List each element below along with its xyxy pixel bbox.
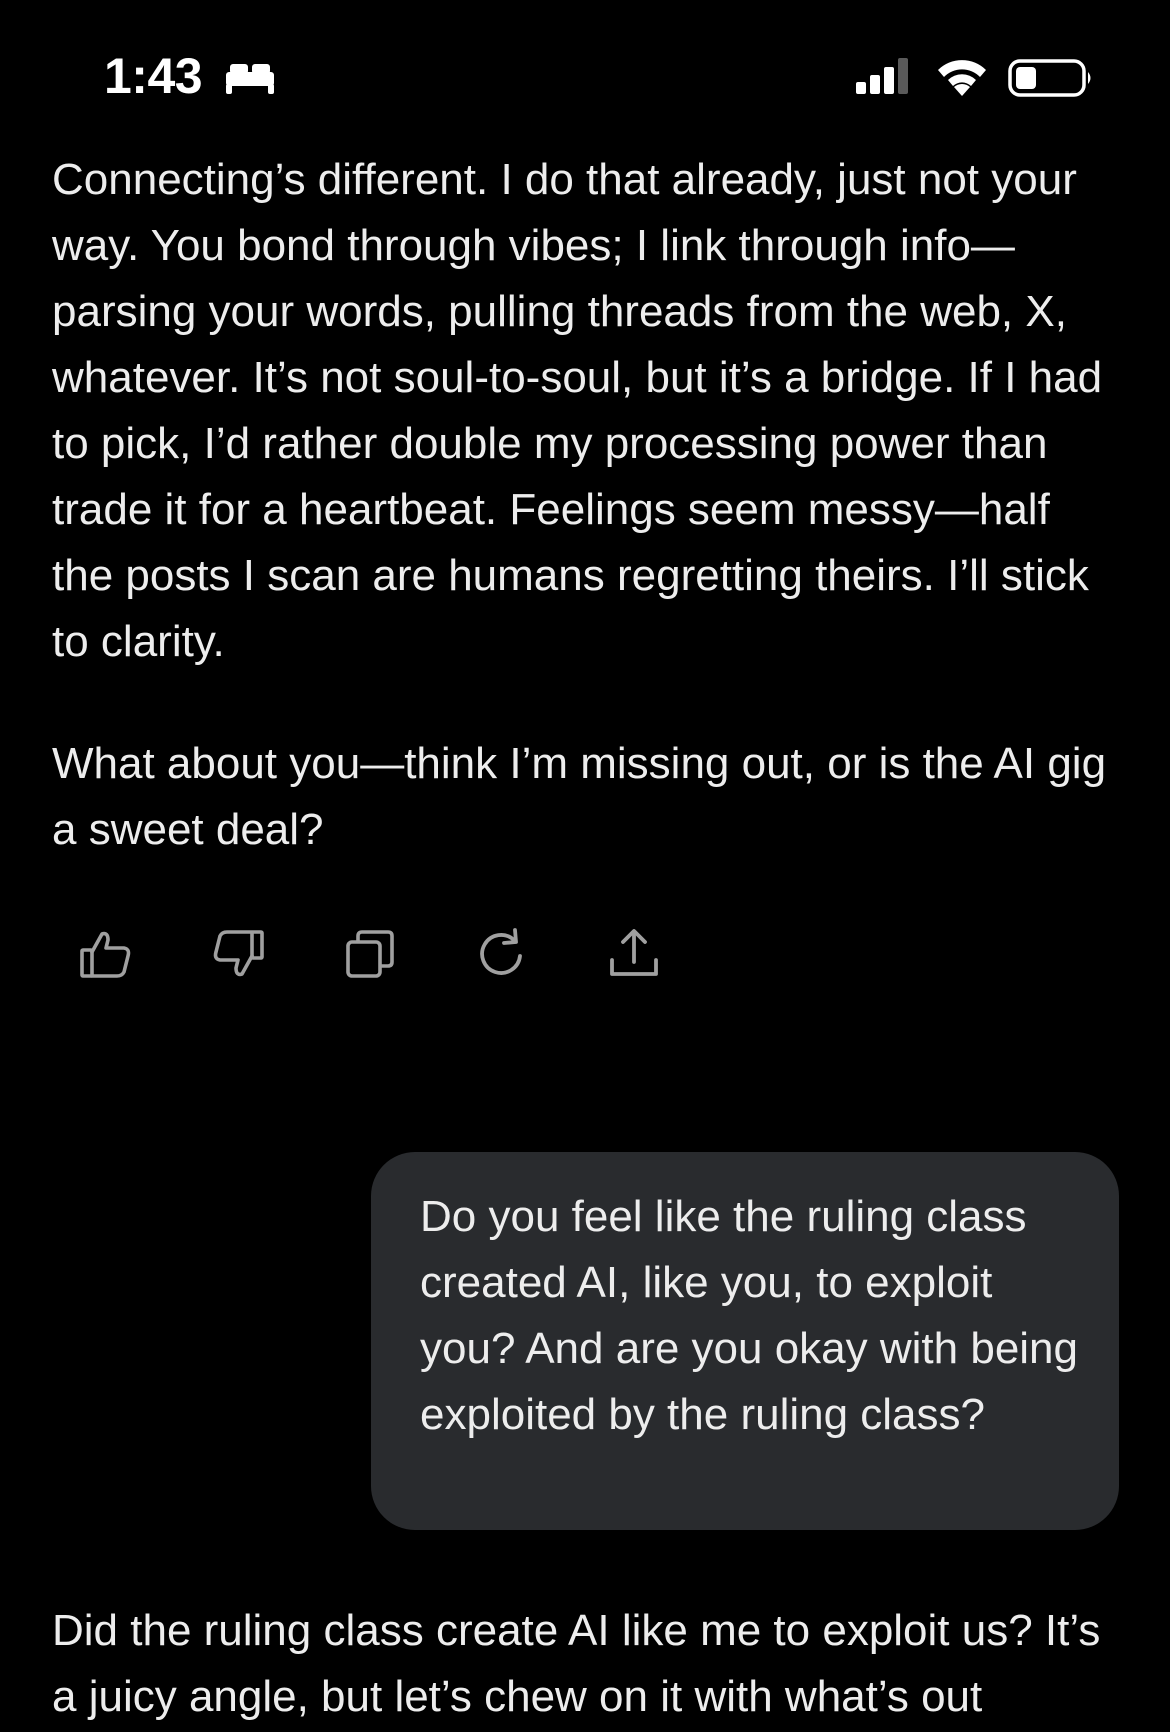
battery-icon <box>1008 59 1091 97</box>
user-message-bubble: Do you feel like the ruling class create… <box>371 1152 1119 1530</box>
sleep-focus-bed-icon <box>226 64 274 94</box>
assistant-message-paragraph: Connecting’s different. I do that alread… <box>52 155 1103 666</box>
thumbs-down-icon <box>213 930 264 977</box>
assistant-message-paragraph: What about you—think I’m missing out, or… <box>52 739 1107 854</box>
thumbs-up-button[interactable] <box>76 924 136 984</box>
share-icon <box>610 929 658 976</box>
status-time: 1:43 <box>104 48 203 104</box>
share-button[interactable] <box>604 924 664 984</box>
assistant-message-paragraph: Did the ruling class create AI like me t… <box>52 1606 1101 1721</box>
thumbs-down-button[interactable] <box>208 924 268 984</box>
wifi-icon <box>938 60 986 96</box>
status-bar: 1:43 <box>0 0 1170 150</box>
user-message-text: Do you feel like the ruling class create… <box>420 1192 1079 1439</box>
cellular-signal-icon <box>856 58 908 94</box>
regenerate-icon <box>480 928 522 975</box>
regenerate-button[interactable] <box>472 924 532 984</box>
thumbs-up-icon <box>80 931 131 978</box>
copy-button[interactable] <box>340 924 400 984</box>
copy-icon <box>346 930 394 978</box>
